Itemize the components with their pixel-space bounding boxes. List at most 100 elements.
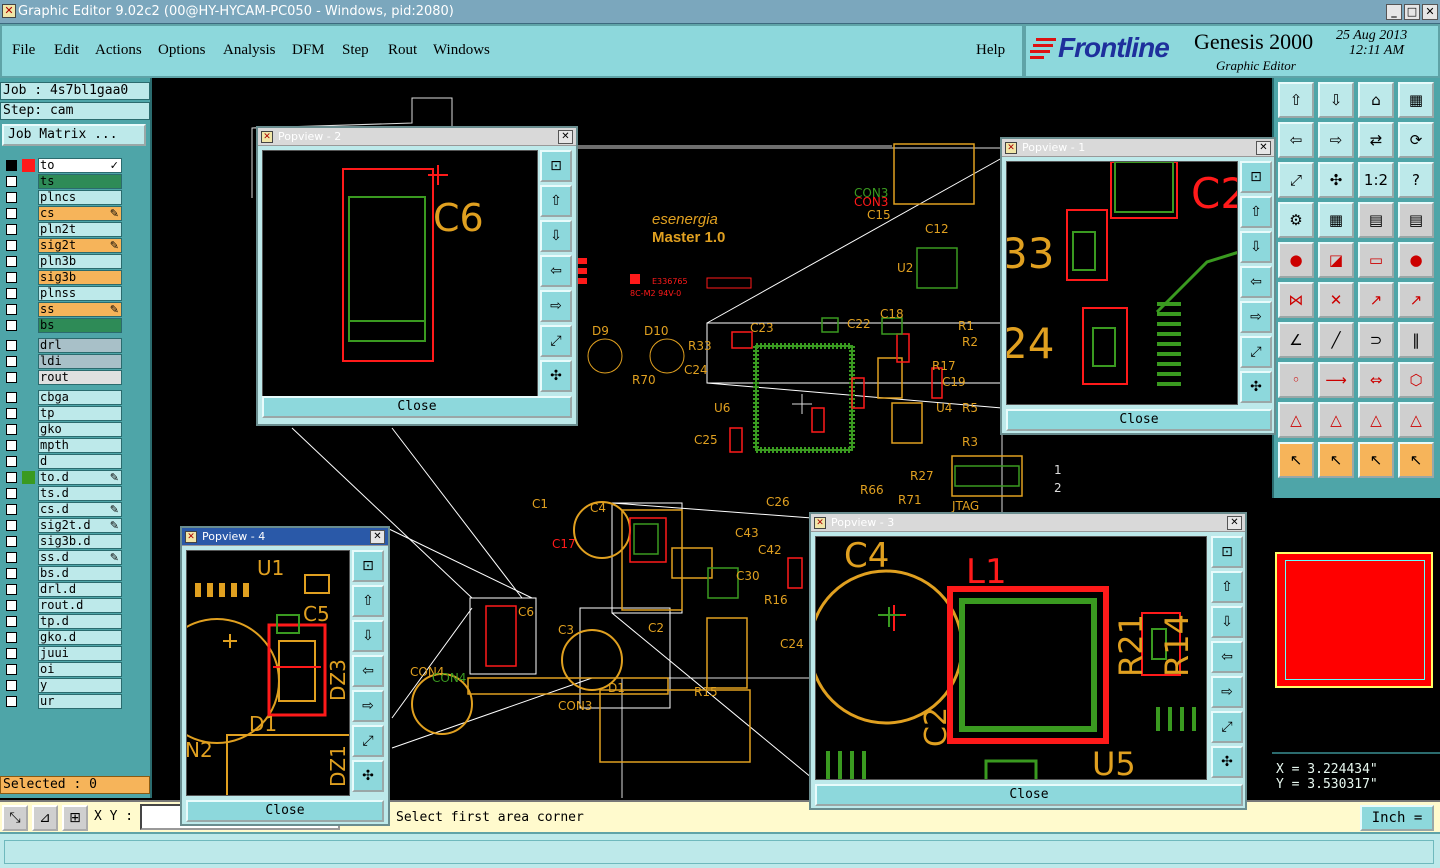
layer-name[interactable]: pln2t [38,222,122,237]
triangle-split-icon[interactable]: △ [1358,402,1394,438]
zoom-out-icon[interactable]: ✣ [352,760,384,792]
arc-icon[interactable]: ⊃ [1358,322,1394,358]
popview-4-view[interactable]: U1 C5 DZ3 DZ1 D1 N2 [186,550,350,796]
layer-row[interactable]: sig3b [2,270,122,285]
layer-row[interactable]: ur [2,694,122,709]
layer-row[interactable]: bs.d [2,566,122,581]
layer-row[interactable]: ss.d ✎ [2,550,122,565]
zoom-out-icon[interactable]: ✣ [1211,746,1243,778]
triangle-multi-icon[interactable]: △ [1398,402,1434,438]
layer-row[interactable]: mpth [2,438,122,453]
zoom-in-icon[interactable]: ⤢ [1211,711,1243,743]
units-selector[interactable]: Inch = [1360,805,1434,831]
menu-help[interactable]: Help [976,42,1005,59]
menu-dfm[interactable]: DFM [292,42,325,59]
layer-row[interactable]: cbga [2,390,122,405]
layer-checkbox[interactable] [6,648,17,659]
pan-left-icon[interactable]: ⇦ [1278,122,1314,158]
triangle-red-icon[interactable]: △ [1278,402,1314,438]
flip-icon[interactable]: ⇄ [1358,122,1394,158]
angle-icon[interactable]: ∠ [1278,322,1314,358]
layer-name[interactable]: to.d ✎ [38,470,122,485]
fit-window-icon[interactable]: ▦ [1398,82,1434,118]
layer-checkbox[interactable] [6,408,17,419]
layer-name[interactable]: to ✓ [38,158,122,173]
layer-checkbox[interactable] [6,320,17,331]
page-down-icon[interactable]: ⇩ [1318,82,1354,118]
home-icon[interactable]: ⌂ [1358,82,1394,118]
pan-down-icon[interactable]: ⇩ [1240,231,1272,263]
layer-name[interactable]: ldi [38,354,122,369]
layer-row[interactable]: cs.d ✎ [2,502,122,517]
zoom-home-icon[interactable]: ⊡ [1211,536,1243,568]
layer-checkbox[interactable] [6,208,17,219]
layer-row[interactable]: y [2,678,122,693]
layer-row[interactable]: gko.d [2,630,122,645]
job-matrix-button[interactable]: Job Matrix ... [2,124,146,146]
popview-3-view[interactable]: C4 L1 R21 R14 C2 U5 [815,536,1207,780]
layer-checkbox[interactable] [6,372,17,383]
layer-name[interactable]: drl [38,338,122,353]
layer-row[interactable]: ss ✎ [2,302,122,317]
cross-icon[interactable]: ✕ [1318,282,1354,318]
zoom-home-icon[interactable]: ⊡ [352,550,384,582]
layer-row[interactable]: drl.d [2,582,122,597]
layer-name[interactable]: gko.d [38,630,122,645]
page-up-icon[interactable]: ⇧ [1278,82,1314,118]
pan-up-icon[interactable]: ⇧ [540,185,572,217]
layer-row[interactable]: drl [2,338,122,353]
layer-row[interactable]: tp.d [2,614,122,629]
layer-row[interactable]: cs ✎ [2,206,122,221]
layer-checkbox[interactable] [6,392,17,403]
zoom-center-icon[interactable]: ✣ [1318,162,1354,198]
triangle-blue-icon[interactable]: △ [1318,402,1354,438]
arc-blue-icon[interactable]: ↗ [1398,282,1434,318]
zoom-area-icon[interactable]: ⤡ [2,805,28,831]
layer-checkbox[interactable] [6,504,17,515]
layer-name[interactable]: plncs [38,190,122,205]
layer-checkbox[interactable] [6,340,17,351]
layer-row[interactable]: sig2t.d ✎ [2,518,122,533]
menu-file[interactable]: File [12,42,35,59]
layer-checkbox[interactable] [6,288,17,299]
zoom-out-icon[interactable]: ✣ [1240,371,1272,403]
select-net-icon[interactable]: ↖ [1358,442,1394,478]
layer-name[interactable]: cs.d ✎ [38,502,122,517]
layer-name[interactable]: cs ✎ [38,206,122,221]
popview-2-close-icon[interactable]: ✕ [558,130,573,144]
select-box-icon[interactable]: ↖ [1318,442,1354,478]
layer-checkbox[interactable] [6,664,17,675]
close-icon[interactable]: ✕ [1422,4,1438,20]
pan-right-icon[interactable]: ⇨ [1211,676,1243,708]
help-icon[interactable]: ? [1398,162,1434,198]
layer-checkbox[interactable] [6,192,17,203]
layer-row[interactable]: plnss [2,286,122,301]
layer-checkbox[interactable] [6,272,17,283]
pan-left-icon[interactable]: ⇦ [1211,641,1243,673]
layer-toggle-2-icon[interactable]: ▤ [1398,202,1434,238]
layer-checkbox[interactable] [6,584,17,595]
layer-row[interactable]: ts [2,174,122,189]
layer-checkbox[interactable] [6,440,17,451]
pan-down-icon[interactable]: ⇩ [1211,606,1243,638]
layer-row[interactable]: ts.d [2,486,122,501]
layer-checkbox[interactable] [6,160,17,171]
ruler-icon[interactable]: ▭ [1358,242,1394,278]
pan-up-icon[interactable]: ⇧ [1240,196,1272,228]
layer-checkbox[interactable] [6,304,17,315]
layer-row[interactable]: sig3b.d [2,534,122,549]
layer-name[interactable]: sig2t.d ✎ [38,518,122,533]
menu-rout[interactable]: Rout [388,42,417,59]
pan-right-icon[interactable]: ⇨ [540,290,572,322]
zoom-fit-icon[interactable]: ⤢ [1278,162,1314,198]
layer-name[interactable]: plnss [38,286,122,301]
layer-row[interactable]: pln2t [2,222,122,237]
pan-right-icon[interactable]: ⇨ [1318,122,1354,158]
layer-checkbox[interactable] [6,424,17,435]
overview-panel[interactable] [1272,498,1440,750]
layer-row[interactable]: rout [2,370,122,385]
layer-checkbox[interactable] [6,488,17,499]
layer-checkbox[interactable] [6,600,17,611]
layer-checkbox[interactable] [6,456,17,467]
point-icon[interactable]: ◦ [1278,362,1314,398]
